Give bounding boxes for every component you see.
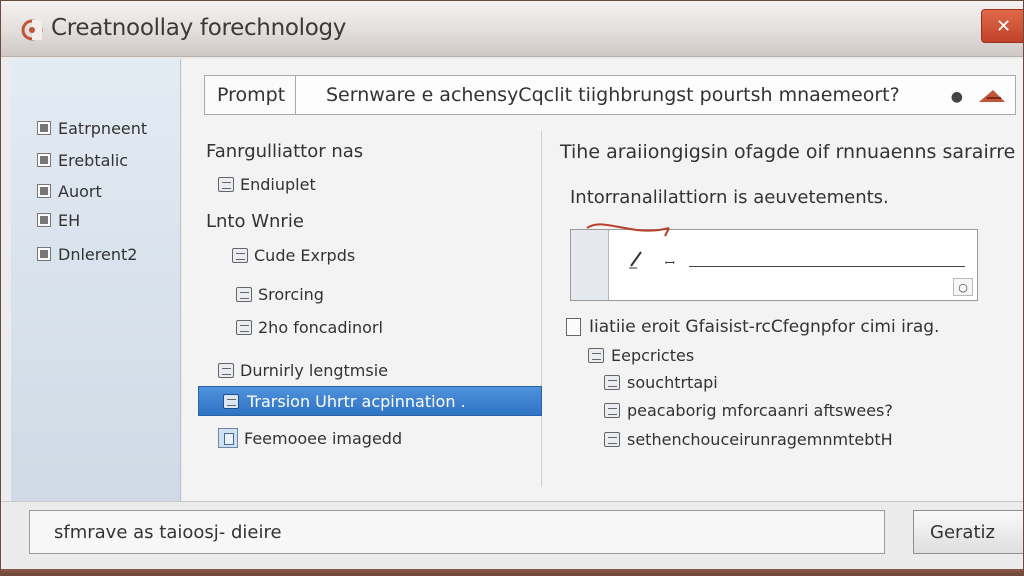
document-icon: [218, 177, 234, 192]
document-icon: [218, 363, 234, 378]
sidebar-item-2[interactable]: Erebtalic: [37, 149, 128, 171]
field-text-line: [689, 266, 965, 267]
tree-item-4[interactable]: Durnirly lengtmsie: [218, 361, 388, 380]
sub-item-2[interactable]: souchtrtapi: [604, 373, 718, 392]
field-clear-button[interactable]: ○: [953, 278, 973, 296]
sidebar-item-label: Eatrpneent: [58, 118, 148, 138]
left-heading: Fanrgulliattor nas: [206, 141, 364, 162]
tree-item-label: Durnirly lengtmsie: [240, 361, 388, 380]
sub-item-label: souchtrtapi: [627, 373, 718, 392]
prompt-input[interactable]: Sernware e achensyCqclit tiighbrungst po…: [296, 75, 1016, 115]
sidebar-item-label: Erebtalic: [58, 150, 129, 170]
column-divider: [541, 131, 542, 487]
tree-item-2[interactable]: Srorcing: [236, 285, 324, 304]
prompt-label: Prompt: [204, 75, 296, 115]
list-icon: [588, 348, 604, 363]
edit-icon: [37, 153, 51, 167]
list-icon: [604, 432, 620, 447]
curved-arrow-icon: [586, 223, 670, 237]
edit-icon: [37, 121, 51, 135]
selected-tree-item[interactable]: Trarsion Uhrtr acpinnation .: [198, 386, 542, 416]
main-content: Prompt Sernware e achensyCqclit tiighbru…: [182, 59, 1023, 501]
image-icon: [218, 428, 238, 448]
window-bottom-frame: [1, 569, 1023, 575]
right-title: Tihe araiiongigsin ofagde oif rnnuaenns …: [560, 141, 1016, 163]
list-icon: [604, 403, 620, 418]
sub-item-label: sethenchouceirunragemnmtebtH: [627, 430, 893, 449]
selected-item-label: Trarsion Uhrtr acpinnation .: [247, 391, 466, 411]
section-heading: Lnto Wnrie: [206, 211, 304, 232]
sidebar: Eatrpneent Erebtalic Auort EH Dnlerent2: [11, 59, 181, 501]
tree-item-1[interactable]: Cude Exrpds: [232, 246, 355, 265]
sidebar-item-4[interactable]: EH: [37, 209, 80, 231]
option-checkbox[interactable]: [566, 318, 581, 336]
app-window: Creatnoollay forechnology ✕ Eatrpneent E…: [0, 0, 1024, 576]
submit-arrow-icon[interactable]: [977, 86, 1007, 106]
document-icon: [236, 287, 252, 302]
prompt-row: Prompt Sernware e achensyCqclit tiighbru…: [204, 75, 1016, 115]
document-icon: [223, 393, 239, 409]
input-item[interactable]: Endiuplet: [218, 175, 316, 194]
title-bar: Creatnoollay forechnology ✕: [1, 1, 1023, 57]
option-label: Iiatiie eroit Gfaisist-rcCfegnpfor cimi …: [589, 317, 940, 337]
pen-icon: [629, 251, 642, 269]
close-button[interactable]: ✕: [981, 9, 1023, 43]
option-row[interactable]: Iiatiie eroit Gfaisist-rcCfegnpfor cimi …: [566, 317, 939, 337]
app-logo-icon: [21, 19, 43, 41]
tree-item-label: 2ho foncadinorl: [258, 318, 383, 337]
image-item[interactable]: Feemooee imagedd: [218, 428, 402, 448]
sub-item-label: Eepcrictes: [611, 346, 695, 365]
right-subtitle: Intorranalilattiorn is aeuvetements.: [570, 187, 889, 208]
image-item-label: Feemooee imagedd: [244, 428, 403, 448]
tree-item-label: Srorcing: [258, 285, 324, 304]
window-title: Creatnoollay forechnology: [51, 15, 347, 41]
document-icon: [232, 248, 248, 263]
footer: sfmrave as taioosj- dieire Geratiz: [1, 501, 1023, 575]
sidebar-item-1[interactable]: Eatrpneent: [37, 117, 147, 139]
sidebar-item-label: Dnlerent2: [58, 244, 138, 264]
cursor-icon: ꟷ: [665, 256, 675, 270]
sub-item-3[interactable]: peacaborig mforcaanri aftswees?: [604, 401, 893, 420]
prompt-value: Sernware e achensyCqclit tiighbrungst po…: [326, 84, 900, 106]
list-icon: [604, 375, 620, 390]
checkbox-icon: [37, 247, 51, 261]
text-area-field[interactable]: ꟷ ○: [570, 223, 978, 301]
document-icon: [236, 320, 252, 335]
generate-button[interactable]: Geratiz: [913, 510, 1023, 554]
sub-item-1[interactable]: Eepcrictes: [588, 346, 694, 365]
sidebar-item-3[interactable]: Auort: [37, 180, 102, 202]
tree-item-3[interactable]: 2ho foncadinorl: [236, 318, 383, 337]
dot-icon: ●: [950, 89, 963, 105]
sidebar-item-5[interactable]: Dnlerent2: [37, 243, 137, 265]
sidebar-item-label: EH: [58, 210, 81, 230]
tree-item-label: Cude Exrpds: [254, 246, 356, 265]
input-item-label: Endiuplet: [240, 175, 316, 194]
circle-icon: ○: [958, 280, 968, 294]
sidebar-item-label: Auort: [58, 181, 102, 201]
sub-item-4[interactable]: sethenchouceirunragemnmtebtH: [604, 430, 893, 449]
status-field[interactable]: sfmrave as taioosj- dieire: [29, 510, 885, 554]
close-icon: ✕: [995, 15, 1012, 37]
edit-icon: [37, 213, 51, 227]
sub-item-label: peacaborig mforcaanri aftswees?: [627, 401, 893, 420]
edit-icon: [37, 184, 51, 198]
